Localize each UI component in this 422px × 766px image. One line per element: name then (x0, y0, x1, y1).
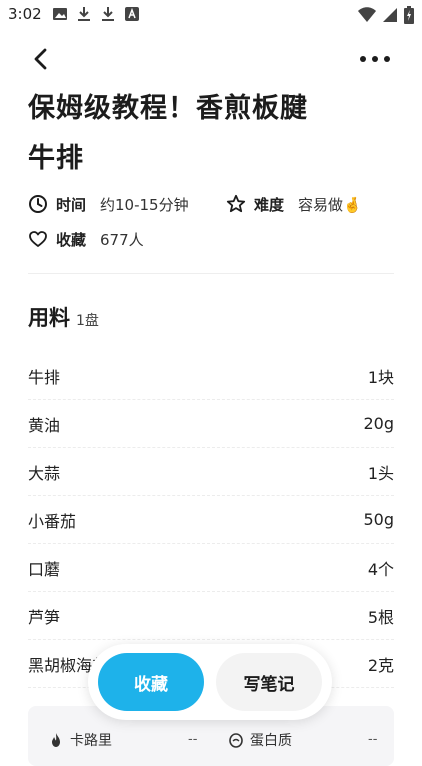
favorites-info: 收藏 677人 (28, 229, 144, 250)
ingredient-row: 小番茄 50g (28, 496, 394, 544)
ingredient-amount: 5根 (367, 607, 394, 627)
ingredient-name: 芦笋 (28, 607, 61, 627)
ingredient-row: 口蘑 4个 (28, 544, 394, 592)
system-icons (358, 6, 414, 28)
difficulty-info: 难度 容易做🤞 (226, 194, 362, 215)
heart-icon (29, 231, 47, 247)
egg-icon (229, 733, 243, 748)
flame-icon (52, 733, 60, 747)
more-horizontal-icon (360, 56, 390, 62)
back-button[interactable] (28, 46, 54, 72)
ingredient-amount: 1头 (367, 463, 394, 483)
protein-value: -- (368, 732, 378, 747)
ingredient-name: 大蒜 (28, 463, 61, 483)
ingredient-amount: 4个 (367, 559, 394, 579)
notification-icons (52, 6, 140, 22)
time-label: 时间 (56, 195, 87, 214)
ingredients-list: 牛排 1块 黄油 20g 大蒜 1头 小番茄 50g 口蘑 4个 芦笋 5根 黑… (28, 352, 394, 688)
floating-action-bar: 收藏 写笔记 (88, 644, 332, 720)
favorites-value: 677人 (100, 230, 144, 249)
favorites-label: 收藏 (56, 230, 87, 249)
ingredient-amount: 50g (363, 510, 394, 529)
protein-label: 蛋白质 (250, 733, 292, 749)
top-bar (0, 36, 422, 80)
ingredients-header: 用料 1盘 (28, 302, 99, 332)
status-bar: 3:02 (0, 0, 422, 30)
ingredient-amount: 20g (363, 414, 394, 433)
time-info: 时间 约10-15分钟 (28, 194, 226, 215)
ingredients-title: 用料 (28, 306, 70, 330)
download-icon (76, 6, 92, 22)
calories-label: 卡路里 (70, 733, 112, 749)
ingredient-amount: 1块 (367, 367, 394, 387)
time-value: 约10-15分钟 (100, 195, 189, 214)
meta-row-time-difficulty: 时间 约10-15分钟 难度 容易做🤞 (28, 191, 362, 217)
a-icon (124, 6, 140, 22)
clock-icon (29, 195, 47, 213)
battery-charging-icon (404, 6, 414, 28)
ingredient-amount: 2克 (367, 655, 394, 675)
calories-info: 卡路里 (48, 730, 112, 750)
protein-info: 蛋白质 (228, 730, 292, 750)
recipe-title-line1: 保姆级教程！香煎板腱 (28, 93, 308, 124)
recipe-title-line2: 牛排 (28, 143, 84, 174)
favorite-button[interactable]: 收藏 (98, 653, 204, 711)
meta-row-favorites: 收藏 677人 (28, 226, 144, 252)
ingredient-name: 口蘑 (28, 559, 61, 579)
signal-icon (382, 7, 398, 27)
write-note-button[interactable]: 写笔记 (216, 653, 322, 711)
ingredient-name: 小番茄 (28, 511, 77, 531)
ingredient-name: 黄油 (28, 415, 61, 435)
wifi-icon (358, 7, 376, 27)
star-icon (226, 194, 246, 213)
download-icon (100, 6, 116, 22)
image-icon (52, 6, 68, 22)
recipe-title: 保姆级教程！香煎板腱 牛排 (28, 84, 398, 184)
status-time: 3:02 (8, 5, 42, 23)
chevron-left-icon (34, 48, 47, 70)
difficulty-value: 容易做🤞 (298, 195, 362, 214)
ingredients-serving: 1盘 (76, 313, 99, 329)
divider (28, 273, 394, 274)
ingredient-name: 牛排 (28, 367, 61, 387)
calories-value: -- (188, 732, 198, 747)
ingredient-row: 大蒜 1头 (28, 448, 394, 496)
difficulty-label: 难度 (254, 195, 285, 214)
ingredient-row: 牛排 1块 (28, 352, 394, 400)
ingredient-row: 芦笋 5根 (28, 592, 394, 640)
more-button[interactable] (358, 46, 392, 72)
ingredient-row: 黄油 20g (28, 400, 394, 448)
